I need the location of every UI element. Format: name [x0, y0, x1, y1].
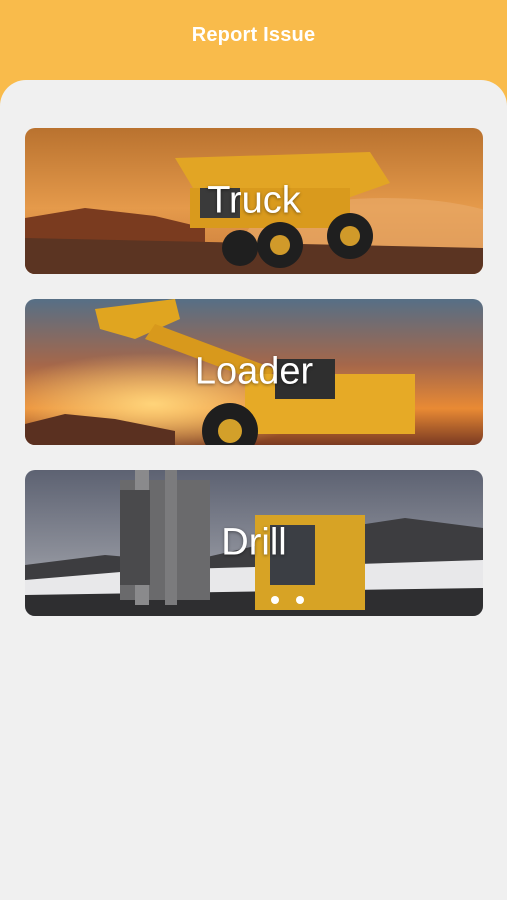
category-label-truck: Truck: [207, 179, 301, 222]
app-header: Report Issue: [0, 0, 507, 90]
category-card-loader[interactable]: Loader: [25, 299, 483, 445]
page-title: Report Issue: [191, 24, 316, 46]
category-label-loader: Loader: [194, 350, 314, 393]
category-label-drill: Drill: [221, 521, 287, 564]
category-card-drill[interactable]: Drill: [25, 470, 483, 616]
category-card-truck[interactable]: Truck: [25, 128, 483, 274]
